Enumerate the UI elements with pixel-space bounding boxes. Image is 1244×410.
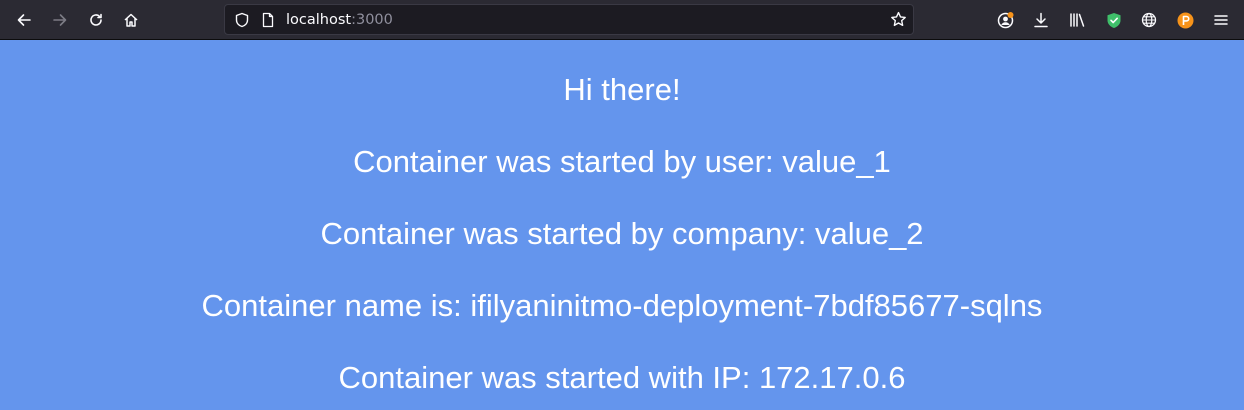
home-icon	[123, 12, 139, 28]
address-bar[interactable]: localhost:3000	[224, 4, 914, 35]
globe-extension-button[interactable]	[1136, 7, 1162, 33]
orange-circle-extension-icon	[1177, 12, 1194, 29]
container-name-text: Container name is: ifilyaninitmo-deploym…	[201, 288, 1043, 323]
greeting-text: Hi there!	[563, 72, 681, 107]
library-button[interactable]	[1064, 7, 1090, 33]
shield-extension-button[interactable]	[1101, 7, 1127, 33]
downloads-button[interactable]	[1028, 7, 1054, 33]
account-button[interactable]	[993, 7, 1019, 33]
reload-icon	[88, 12, 104, 28]
hamburger-menu-icon	[1214, 13, 1228, 27]
menu-button[interactable]	[1208, 7, 1234, 33]
reload-button[interactable]	[83, 7, 109, 33]
globe-icon	[1141, 12, 1157, 28]
container-ip-text: Container was started with IP: 172.17.0.…	[338, 360, 906, 395]
orange-extension-button[interactable]	[1172, 7, 1198, 33]
account-icon	[997, 11, 1015, 29]
green-shield-extension-icon	[1106, 12, 1122, 29]
arrow-left-icon	[16, 12, 32, 28]
tracking-protection-shield-icon[interactable]	[234, 12, 250, 32]
star-icon[interactable]	[890, 11, 907, 32]
page-info-icon[interactable]	[261, 12, 275, 32]
back-button[interactable]	[11, 7, 37, 33]
started-by-user-text: Container was started by user: value_1	[353, 144, 891, 179]
url-host: localhost	[286, 12, 352, 28]
home-button[interactable]	[118, 7, 144, 33]
library-icon	[1069, 12, 1086, 28]
browser-toolbar: localhost:3000	[0, 0, 1244, 40]
started-by-company-text: Container was started by company: value_…	[320, 216, 924, 251]
arrow-right-icon	[52, 12, 68, 28]
download-icon	[1033, 12, 1049, 28]
page-content: Hi there! Container was started by user:…	[0, 40, 1244, 410]
url-port: :3000	[351, 12, 393, 28]
url-field[interactable]: localhost:3000	[286, 11, 393, 29]
forward-button[interactable]	[47, 7, 73, 33]
